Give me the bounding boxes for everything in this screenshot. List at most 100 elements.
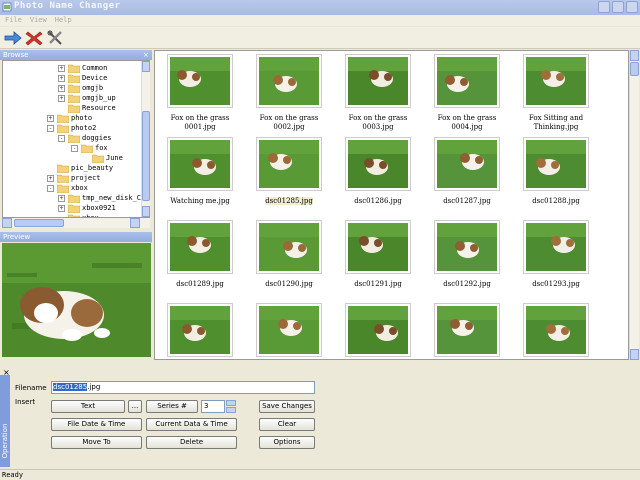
photo-item[interactable] — [337, 303, 419, 359]
photo-thumbnail[interactable] — [167, 303, 233, 357]
menu-view[interactable]: View — [25, 15, 50, 24]
tree-item[interactable]: - doggies — [3, 133, 143, 143]
tree-item[interactable]: + omgjb_up — [3, 93, 143, 103]
collapse-icon[interactable]: - — [58, 135, 65, 142]
photo-item[interactable]: Fox on the grass 0001.jpg — [159, 54, 241, 134]
tree-item[interactable]: + photo — [3, 113, 143, 123]
tree-item[interactable]: - xbox — [3, 183, 143, 193]
folder-tree[interactable]: + Common + Device + omgjb + omgjb_up Resource + ph… — [2, 60, 150, 218]
maximize-button[interactable] — [612, 1, 624, 13]
photo-item[interactable] — [515, 303, 597, 359]
grid-scroll-thumb[interactable] — [630, 62, 639, 76]
menu-file[interactable]: File — [0, 15, 25, 24]
scroll-down-arrow[interactable] — [142, 206, 150, 217]
current-data-time-button[interactable]: Current Data & Time — [146, 418, 237, 431]
expand-icon[interactable]: + — [58, 195, 65, 202]
photo-item[interactable]: Fox on the grass 0002.jpg — [248, 54, 330, 134]
photo-thumbnail[interactable] — [434, 137, 500, 191]
expand-icon[interactable]: + — [58, 65, 65, 72]
ellipsis-button[interactable]: ... — [128, 400, 142, 413]
expand-icon[interactable]: + — [47, 115, 54, 122]
tree-item[interactable]: + tmp_new_disk_C_fi — [3, 193, 149, 203]
forward-arrow-icon[interactable] — [4, 30, 22, 46]
minimize-button[interactable] — [598, 1, 610, 13]
series-number-input[interactable]: 3 — [201, 400, 225, 413]
tree-item[interactable]: pic_beauty — [3, 163, 143, 173]
expand-icon[interactable]: + — [58, 205, 65, 212]
photo-thumbnail[interactable] — [345, 54, 411, 108]
photo-thumbnail[interactable] — [167, 220, 233, 274]
photo-thumbnail[interactable] — [256, 54, 322, 108]
photo-item[interactable]: dsc01288.jpg — [515, 137, 597, 217]
expand-icon[interactable]: + — [58, 85, 65, 92]
tree-item[interactable]: + project — [3, 173, 143, 183]
tree-horizontal-scrollbar[interactable] — [2, 218, 150, 228]
photo-item[interactable]: dsc01293.jpg — [515, 220, 597, 300]
file-date-time-button[interactable]: File Date & Time — [51, 418, 142, 431]
grid-scroll-up-arrow[interactable] — [630, 50, 639, 61]
photo-thumbnail[interactable] — [523, 54, 589, 108]
collapse-icon[interactable]: - — [47, 185, 54, 192]
photo-thumbnail[interactable] — [256, 137, 322, 191]
photo-item[interactable] — [426, 303, 508, 359]
scroll-thumb[interactable] — [142, 111, 150, 201]
photo-thumbnail[interactable] — [345, 220, 411, 274]
grid-scroll-down-arrow[interactable] — [630, 349, 639, 360]
scroll-right-arrow[interactable] — [130, 218, 140, 228]
close-window-button[interactable] — [626, 1, 638, 13]
photo-thumbnail[interactable] — [345, 303, 411, 357]
photo-item[interactable]: dsc01289.jpg — [159, 220, 241, 300]
insert-text-button[interactable]: Text — [51, 400, 125, 413]
expand-icon[interactable]: + — [58, 95, 65, 102]
menu-help[interactable]: Help — [50, 15, 75, 24]
photo-item[interactable]: Watching me.jpg — [159, 137, 241, 217]
photo-item[interactable]: dsc01285.jpg — [248, 137, 330, 217]
photo-item[interactable]: Fox on the grass 0004.jpg — [426, 54, 508, 134]
photo-item[interactable]: dsc01292.jpg — [426, 220, 508, 300]
move-to-button[interactable]: Move To — [51, 436, 142, 449]
save-changes-button[interactable]: Save Changes — [259, 400, 315, 413]
collapse-icon[interactable]: - — [47, 125, 54, 132]
tree-vertical-scrollbar[interactable] — [141, 61, 150, 217]
tree-item[interactable]: + Common — [3, 63, 143, 73]
browse-close-icon[interactable]: × — [143, 50, 152, 60]
tree-item[interactable]: June — [3, 153, 143, 163]
photo-item[interactable] — [248, 303, 330, 359]
options-button[interactable]: Options — [259, 436, 315, 449]
filename-input[interactable]: dsc01285.jpg — [51, 381, 315, 394]
tools-icon[interactable] — [46, 30, 64, 46]
tree-item[interactable]: - fox — [3, 143, 143, 153]
grid-vertical-scrollbar[interactable] — [629, 50, 639, 360]
photo-thumbnail[interactable] — [523, 303, 589, 357]
photo-thumbnail[interactable] — [256, 303, 322, 357]
photo-item[interactable]: dsc01287.jpg — [426, 137, 508, 217]
photo-thumbnail[interactable] — [434, 220, 500, 274]
photo-item[interactable]: dsc01291.jpg — [337, 220, 419, 300]
scroll-thumb-horizontal[interactable] — [14, 219, 64, 227]
delete-button[interactable]: Delete — [146, 436, 237, 449]
tree-item[interactable]: Resource — [3, 103, 143, 113]
photo-thumbnail[interactable] — [434, 303, 500, 357]
spin-up-button[interactable] — [226, 400, 236, 406]
expand-icon[interactable]: + — [58, 75, 65, 82]
photo-thumbnail[interactable] — [167, 54, 233, 108]
photo-item[interactable]: Fox Sitting and Thinking.jpg — [515, 54, 597, 134]
photo-item[interactable]: dsc01286.jpg — [337, 137, 419, 217]
photo-thumbnail[interactable] — [434, 54, 500, 108]
photo-item[interactable] — [159, 303, 241, 359]
delete-x-icon[interactable] — [25, 30, 43, 46]
photo-thumbnail[interactable] — [345, 137, 411, 191]
photo-thumbnail[interactable] — [256, 220, 322, 274]
tree-item[interactable]: + omgjb — [3, 83, 143, 93]
tree-item[interactable]: + xbox0921 — [3, 203, 143, 213]
photo-item[interactable]: dsc01290.jpg — [248, 220, 330, 300]
scroll-left-arrow[interactable] — [2, 218, 12, 228]
tree-item[interactable]: + Device — [3, 73, 143, 83]
spin-down-button[interactable] — [226, 407, 236, 413]
tree-item[interactable]: - photo2 — [3, 123, 143, 133]
scroll-up-arrow[interactable] — [142, 61, 150, 72]
photo-item[interactable]: Fox on the grass 0003.jpg — [337, 54, 419, 134]
photo-thumbnail[interactable] — [167, 137, 233, 191]
collapse-icon[interactable]: - — [71, 145, 78, 152]
series-number-button[interactable]: Series # — [146, 400, 198, 413]
